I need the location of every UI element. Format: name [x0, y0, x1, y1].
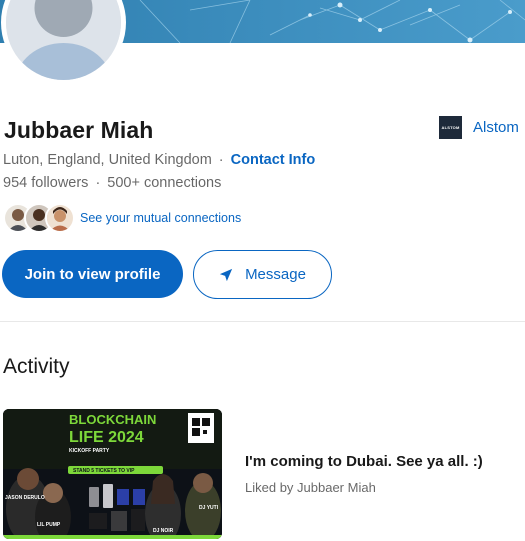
profile-name: Jubbaer Miah — [4, 117, 154, 143]
message-button-label: Message — [245, 266, 306, 283]
thumb-subtitle: KICKOFF PARTY — [69, 448, 110, 454]
section-divider — [0, 321, 525, 322]
person-placeholder-icon — [6, 0, 121, 80]
connections-count: 500+ connections — [107, 175, 222, 191]
contact-info-link[interactable]: Contact Info — [231, 152, 316, 168]
thumb-name-right2: DJ NOIR — [153, 528, 174, 534]
mutual-connections-link[interactable]: See your mutual connections — [80, 211, 241, 225]
current-company[interactable]: ALSTOM Alstom — [439, 116, 519, 139]
post-liked-by: Liked by Jubbaer Miah — [245, 480, 376, 495]
thumb-name-mid: LIL PUMP — [37, 522, 61, 528]
thumb-name-left: JASON DERULO — [5, 495, 45, 501]
mutual-connection-avatars — [3, 203, 75, 233]
message-button[interactable]: Message — [193, 250, 332, 299]
send-icon — [219, 268, 233, 282]
post-title[interactable]: I'm coming to Dubai. See ya all. :) — [245, 453, 483, 470]
separator-dot: · — [218, 152, 224, 168]
thumb-headline-2: LIFE 2024 — [69, 429, 144, 446]
company-name[interactable]: Alstom — [473, 119, 519, 136]
followers-count: 954 followers — [3, 175, 89, 191]
location-line: Luton, England, United Kingdom · Contact… — [3, 152, 315, 168]
activity-heading: Activity — [3, 355, 70, 378]
join-to-view-profile-button[interactable]: Join to view profile — [2, 250, 183, 298]
mutual-connections[interactable]: See your mutual connections — [3, 203, 241, 233]
post-thumbnail[interactable]: BLOCKCHAIN LIFE 2024 KICKOFF PARTY STAND… — [3, 409, 222, 539]
thumb-headline-1: BLOCKCHAIN — [69, 412, 156, 427]
thumb-cta: STAND 5 TICKETS TO VIP — [73, 468, 135, 474]
network-stats: 954 followers · 500+ connections — [3, 175, 221, 191]
thumb-name-right: DJ YUTI — [199, 505, 219, 511]
profile-location: Luton, England, United Kingdom — [3, 152, 212, 168]
mutual-avatar — [45, 203, 75, 233]
profile-avatar — [1, 0, 126, 85]
company-logo: ALSTOM — [439, 116, 462, 139]
separator-dot: · — [95, 175, 101, 191]
